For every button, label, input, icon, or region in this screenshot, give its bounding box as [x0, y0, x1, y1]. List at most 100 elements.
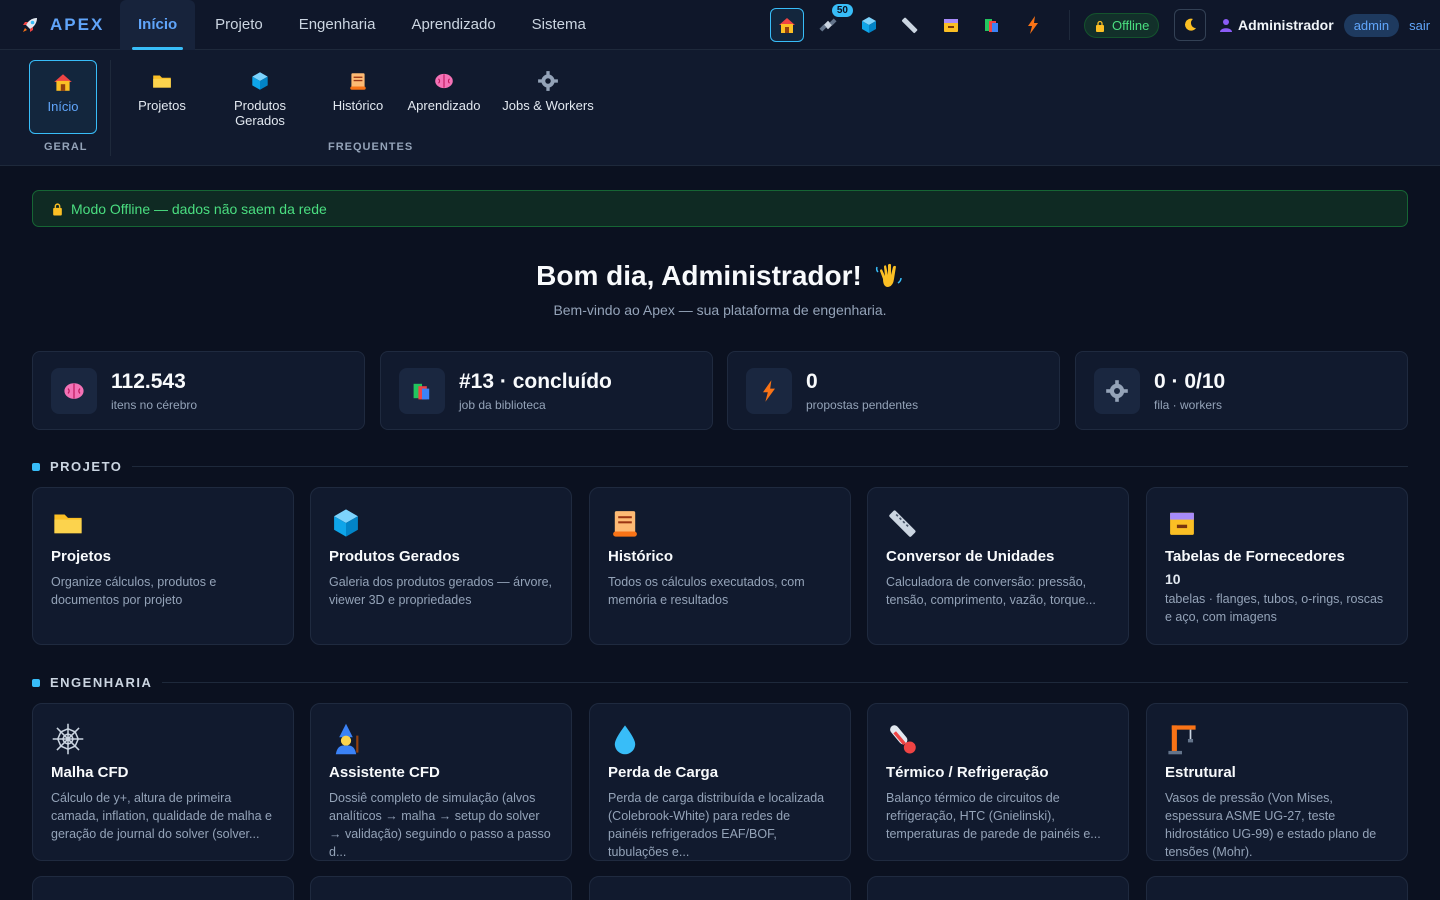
card-title: Assistente CFD	[329, 764, 440, 781]
card-assistente-cfd[interactable]: Assistente CFD Dossiê completo de simula…	[310, 703, 572, 861]
stat-card-queue-workers[interactable]: 0 · 0/10 fila · workers	[1075, 351, 1408, 430]
spider-web-icon	[52, 723, 84, 755]
card-projetos[interactable]: Projetos Organize cálculos, produtos e d…	[32, 487, 294, 645]
section-header-projeto: PROJETO	[32, 459, 1408, 474]
card-next-row[interactable]	[32, 876, 294, 900]
file-box-icon	[944, 19, 958, 32]
lock-icon	[1096, 20, 1104, 32]
card-description: Vasos de pressão (Von Mises, espessura A…	[1165, 791, 1377, 859]
section-line	[162, 682, 1408, 683]
cube-button[interactable]	[852, 8, 886, 42]
house-icon	[54, 74, 72, 91]
satellite-button[interactable]: 50	[811, 4, 853, 42]
stat-card-library-job[interactable]: #13 · concluído job da biblioteca	[380, 351, 713, 430]
tab-engenharia[interactable]: Engenharia	[281, 0, 394, 50]
card-icon-box	[886, 722, 920, 756]
gear-icon	[1106, 379, 1128, 402]
ruler-icon	[889, 510, 916, 537]
file-box-button[interactable]	[934, 8, 968, 42]
card-next-row[interactable]	[589, 876, 851, 900]
tab-inicio[interactable]: Início	[120, 0, 196, 50]
stat-card-proposals[interactable]: 0 propostas pendentes	[727, 351, 1060, 430]
top-bar: APEX Início Projeto Engenharia Aprendiza…	[0, 0, 1440, 50]
tab-sistema[interactable]: Sistema	[514, 0, 604, 50]
card-title: Perda de Carga	[608, 764, 719, 781]
stat-icon-box	[51, 367, 97, 414]
thermometer-icon	[890, 725, 916, 754]
stat-icon-box	[746, 367, 792, 414]
ribbon-group-frequentes: FREQUENTES	[328, 141, 414, 153]
stat-value: 0 · 0/10	[1154, 369, 1226, 393]
stat-label: itens no cérebro	[111, 397, 198, 412]
card-historico[interactable]: Histórico Todos os cálculos executados, …	[589, 487, 851, 645]
card-perda-carga[interactable]: Perda de Carga Perda de carga distribuíd…	[589, 703, 851, 861]
ribbon-item-jobs-workers[interactable]: Jobs & Workers	[500, 60, 596, 134]
card-description: Organize cálculos, produtos e documentos…	[51, 575, 217, 607]
home-button[interactable]	[770, 8, 804, 42]
stat-label: fila · workers	[1154, 397, 1223, 412]
ribbon-item-inicio[interactable]: Início	[29, 60, 97, 134]
user-name: Administrador	[1238, 17, 1334, 33]
card-next-row[interactable]	[1146, 876, 1408, 900]
offline-label: Offline	[1112, 18, 1150, 33]
theme-toggle-button[interactable]	[1174, 9, 1206, 41]
waving-hand-icon	[875, 263, 902, 287]
ribbon-item-historico[interactable]: Histórico	[326, 60, 390, 134]
card-title: Projetos	[51, 548, 112, 565]
brand[interactable]: APEX	[20, 0, 120, 50]
card-produtos-gerados[interactable]: Produtos Gerados Galeria dos produtos ge…	[310, 487, 572, 645]
ribbon-item-label: Início	[47, 99, 79, 114]
card-title: Térmico / Refrigeração	[886, 764, 1049, 781]
app-name: APEX	[50, 14, 105, 34]
card-tabelas-fornecedores[interactable]: Tabelas de Fornecedores 10 tabelas · fla…	[1146, 487, 1408, 645]
stat-label: job da biblioteca	[459, 397, 546, 412]
file-box-icon	[1170, 512, 1194, 535]
card-icon-box	[51, 506, 85, 540]
tab-projeto[interactable]: Projeto	[197, 0, 281, 50]
card-icon-box	[51, 722, 85, 756]
stat-card-brain[interactable]: 112.543 itens no cérebro	[32, 351, 365, 430]
ribbon-item-produtos-gerados[interactable]: Produtos Gerados	[224, 60, 296, 134]
card-description: Perda de carga distribuída e localizada …	[608, 791, 825, 859]
ribbon-divider	[110, 60, 111, 156]
logout-link[interactable]: sair	[1409, 18, 1430, 33]
card-termico-refrigeracao[interactable]: Térmico / Refrigeração Balanço térmico d…	[867, 703, 1129, 861]
rocket-icon	[23, 17, 37, 32]
card-icon-box	[608, 506, 642, 540]
card-icon-box	[1165, 722, 1199, 756]
card-count: 10	[1165, 571, 1181, 587]
card-estrutural[interactable]: Estrutural Vasos de pressão (Von Mises, …	[1146, 703, 1408, 861]
ribbon-item-label: Projetos	[138, 98, 186, 113]
ribbon-item-label: Histórico	[332, 98, 384, 113]
lightning-icon	[763, 379, 775, 402]
banner-text: Modo Offline — dados não saem da rede	[71, 200, 327, 217]
ribbon-item-projetos[interactable]: Projetos	[130, 60, 194, 134]
card-conversor-unidades[interactable]: Conversor de Unidades Calculadora de con…	[867, 487, 1129, 645]
droplet-icon	[614, 725, 636, 755]
ribbon: Início GERAL Projetos Produtos Gerados H…	[0, 50, 1440, 166]
section-title: PROJETO	[50, 459, 123, 474]
card-description: Galeria dos produtos gerados — árvore, v…	[329, 575, 553, 607]
tab-aprendizado[interactable]: Aprendizado	[393, 0, 513, 50]
offline-banner: Modo Offline — dados não saem da rede	[32, 190, 1408, 227]
ruler-button[interactable]	[893, 8, 927, 42]
card-next-row[interactable]	[310, 876, 572, 900]
section-dot	[32, 462, 40, 471]
card-title: Malha CFD	[51, 764, 129, 781]
house-icon	[779, 18, 795, 33]
card-malha-cfd[interactable]: Malha CFD Cálculo de y+, altura de prime…	[32, 703, 294, 861]
books-button[interactable]	[975, 8, 1009, 42]
offline-status[interactable]: Offline	[1084, 13, 1160, 38]
card-description: Balanço térmico de circuitos de refriger…	[886, 791, 1101, 841]
brain-icon	[64, 382, 84, 399]
ribbon-item-label: Aprendizado	[407, 98, 481, 113]
section-header-engenharia: ENGENHARIA	[32, 675, 1408, 690]
card-description: Cálculo de y+, altura de primeira camada…	[51, 791, 272, 841]
ribbon-item-aprendizado[interactable]: Aprendizado	[404, 60, 484, 134]
card-next-row[interactable]	[867, 876, 1129, 900]
greeting: Bom dia, Administrador!	[0, 260, 1440, 292]
user-icon	[1220, 19, 1232, 32]
lightning-button[interactable]	[1016, 8, 1050, 42]
satellite-icon	[819, 18, 837, 32]
card-icon-box	[1165, 506, 1199, 540]
